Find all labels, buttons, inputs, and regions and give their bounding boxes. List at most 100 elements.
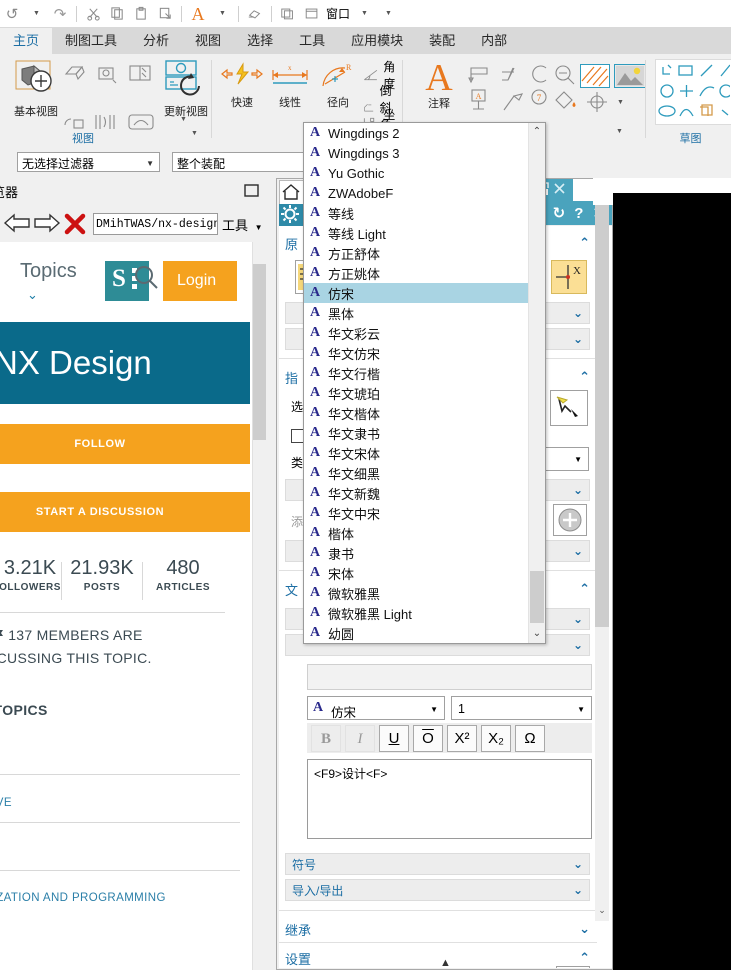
font-list-item[interactable]: A 等线 Light	[304, 223, 530, 243]
font-list-item[interactable]: A 华文行楷	[304, 363, 530, 383]
tab-internal[interactable]: 内部	[468, 28, 520, 54]
tab-application-modules[interactable]: 应用模块	[338, 28, 416, 54]
back-arrow-icon[interactable]	[3, 212, 33, 234]
font-list-item[interactable]: A Wingdings 3	[304, 143, 530, 163]
font-list-item[interactable]: A 华文琥珀	[304, 383, 530, 403]
radial-dimension-button[interactable]: R 径向	[314, 62, 362, 110]
window-menu-caret[interactable]: ▼	[352, 3, 376, 25]
add-button[interactable]	[553, 504, 587, 536]
font-list-item[interactable]: A 仿宋	[304, 283, 530, 303]
font-list-item[interactable]: A 华文中宋	[304, 503, 530, 523]
related-link-4[interactable]: STOMIZATION AND PROGRAMMING	[0, 892, 166, 904]
bold-button[interactable]: B	[311, 725, 341, 752]
graphics-viewport[interactable]	[613, 193, 731, 970]
font-list-item[interactable]: A Wingdings 2	[304, 123, 530, 143]
tab-tools[interactable]: 工具	[286, 28, 338, 54]
tab-view[interactable]: 视图	[182, 28, 234, 54]
web-scrollbar[interactable]	[252, 242, 266, 970]
paste-button[interactable]	[129, 3, 153, 25]
origin-position-button[interactable]: X	[551, 260, 587, 294]
chevron-down-icon[interactable]: ⌄	[579, 921, 590, 937]
chevron-down-icon[interactable]: ⌄	[595, 905, 609, 921]
font-list-item[interactable]: A 幼圆	[304, 623, 530, 643]
chevron-down-icon[interactable]: ⌄	[573, 332, 583, 346]
section-inherit[interactable]: 继承 ⌄	[285, 916, 590, 942]
window-tile-icon[interactable]	[276, 3, 300, 25]
follow-button[interactable]: FOLLOW	[0, 424, 250, 464]
annotation-button[interactable]: A 注释	[413, 57, 465, 111]
tab-home[interactable]: 主页	[0, 28, 53, 54]
login-button[interactable]: Login	[163, 261, 237, 301]
chevron-down-icon[interactable]: ⌄	[573, 544, 583, 558]
chevron-up-icon[interactable]: ⌃	[529, 123, 545, 141]
help-icon[interactable]: ?	[574, 205, 583, 222]
font-list-item[interactable]: A 华文楷体	[304, 403, 530, 423]
chevron-up-icon[interactable]: ⌃	[579, 369, 590, 385]
font-list-item[interactable]: A 华文细黑	[304, 463, 530, 483]
section-settings[interactable]: 设置 ⌃	[285, 945, 590, 968]
text-input-area[interactable]: <F9>设计<F>	[307, 759, 592, 839]
reset-icon[interactable]: ↻	[553, 204, 566, 222]
sketch-palette[interactable]	[655, 59, 731, 125]
font-list-item[interactable]: A 微软雅黑 Light	[304, 603, 530, 623]
text-preview-field[interactable]	[307, 664, 592, 690]
font-list[interactable]: A Wingdings 2 A Wingdings 3 A Yu Gothic A ZWAdo…	[304, 123, 530, 643]
chevron-up-icon[interactable]: ⌃	[579, 235, 590, 251]
cut-button[interactable]	[81, 3, 105, 25]
hatch-button[interactable]	[580, 64, 610, 88]
chevron-down-icon[interactable]: ⌄	[573, 306, 583, 320]
underline-button[interactable]: U	[379, 725, 409, 752]
annotation-group-expand[interactable]: ▼	[616, 128, 623, 135]
paste-special-button[interactable]	[153, 3, 177, 25]
font-list-item[interactable]: A 华文隶书	[304, 423, 530, 443]
annotation-caret[interactable]: ▼	[210, 3, 234, 25]
font-list-item[interactable]: A 华文宋体	[304, 443, 530, 463]
font-list-item[interactable]: A 隶书	[304, 543, 530, 563]
insert-symbol-button[interactable]: Ω	[515, 725, 545, 752]
chevron-down-icon[interactable]: ⌄	[573, 638, 583, 652]
image-button[interactable]	[614, 64, 646, 88]
maximize-icon[interactable]	[243, 182, 261, 200]
undo-button[interactable]: ↺	[0, 3, 24, 25]
italic-button[interactable]: I	[345, 725, 375, 752]
browser-tools-button[interactable]: 工具 ▼	[222, 215, 263, 234]
overline-button[interactable]: O	[413, 725, 443, 752]
url-input[interactable]: DMihTWAS/nx-design	[93, 213, 218, 235]
web-scrollbar-thumb[interactable]	[253, 264, 266, 440]
font-list-item[interactable]: A 楷体	[304, 523, 530, 543]
chevron-up-icon[interactable]: ⌃	[579, 581, 590, 597]
font-list-item[interactable]: A 等线	[304, 203, 530, 223]
select-object-button[interactable]	[550, 390, 588, 426]
annotation-style-button[interactable]: A	[556, 966, 590, 968]
chevron-down-icon[interactable]: ⌄	[573, 612, 583, 626]
start-discussion-button[interactable]: START A DISCUSSION	[0, 492, 250, 532]
font-size-combo[interactable]: 1 ▼	[451, 696, 592, 720]
quick-dimension-button[interactable]: 快速	[218, 62, 266, 110]
annotation-quick-button[interactable]: A	[186, 3, 210, 25]
home-icon[interactable]	[279, 180, 305, 206]
dialog-scrollbar[interactable]: ⌃ ⌄	[595, 179, 609, 921]
font-list-item[interactable]: A 华文新魏	[304, 483, 530, 503]
font-list-scrollbar-thumb[interactable]	[530, 571, 544, 623]
redo-button[interactable]: ↷	[48, 3, 72, 25]
font-list-item[interactable]: A 华文彩云	[304, 323, 530, 343]
font-list-item[interactable]: A 微软雅黑	[304, 583, 530, 603]
stop-icon[interactable]	[63, 212, 87, 236]
view-group-expand[interactable]: ▼	[191, 130, 198, 137]
selection-filter-combo[interactable]: 无选择过滤器 ▼	[17, 152, 160, 172]
section-symbol[interactable]: 符号 ⌄	[285, 853, 590, 875]
update-view-caret[interactable]: ▼	[180, 116, 187, 123]
update-view-button[interactable]: 更新视图	[157, 59, 215, 119]
search-icon[interactable]	[133, 264, 159, 290]
font-list-item[interactable]: A 华文仿宋	[304, 343, 530, 363]
superscript-button[interactable]: X²	[447, 725, 477, 752]
tab-drafting-tools[interactable]: 制图工具	[52, 28, 130, 54]
font-list-item[interactable]: A Yu Gothic	[304, 163, 530, 183]
font-family-dropdown[interactable]: A Wingdings 2 A Wingdings 3 A Yu Gothic A ZWAdo…	[303, 122, 546, 644]
dialog-scrollbar-thumb[interactable]	[595, 197, 609, 627]
font-family-combo[interactable]: A 仿宋 ▼	[307, 696, 445, 720]
dialog-collapse-arrow[interactable]: ▲	[440, 957, 451, 969]
font-list-item[interactable]: A 方正舒体	[304, 243, 530, 263]
forward-arrow-icon[interactable]	[31, 212, 61, 234]
font-list-item[interactable]: A ZWAdobeF	[304, 183, 530, 203]
